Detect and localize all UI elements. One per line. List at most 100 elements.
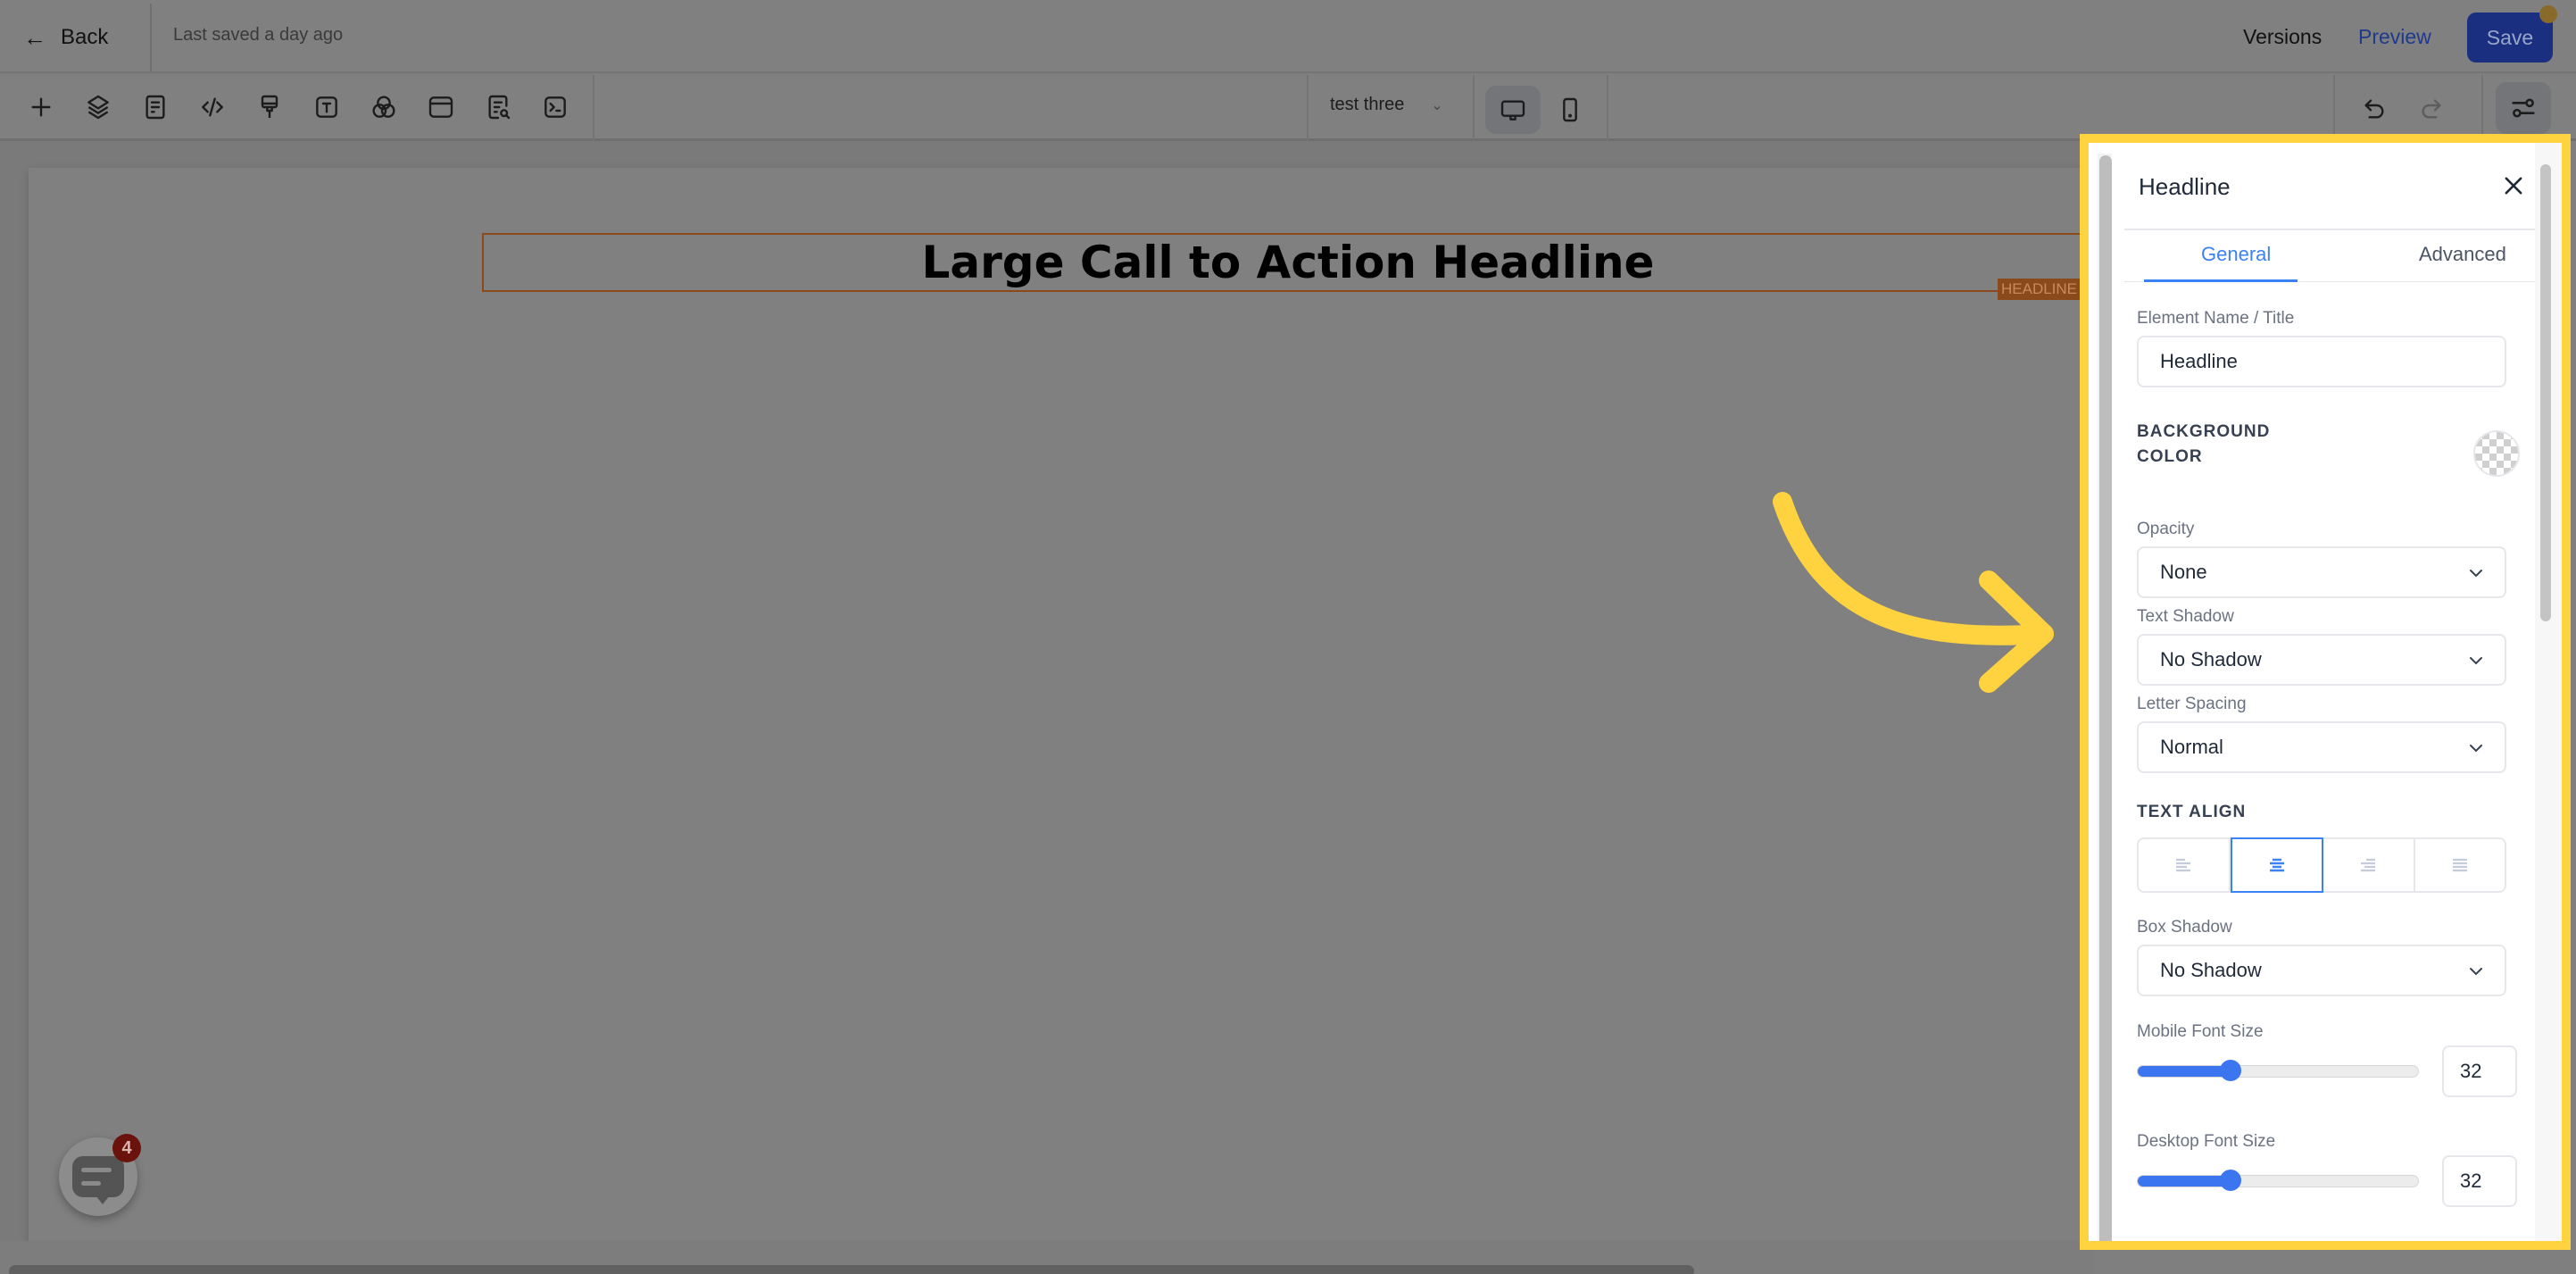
add-element-button[interactable] (23, 89, 59, 125)
mobile-font-size-value: 32 (2460, 1060, 2482, 1082)
sliders-icon (2512, 98, 2535, 118)
layers-button[interactable] (80, 89, 116, 125)
last-saved-status: Last saved a day ago (173, 25, 344, 45)
chat-icon-line (81, 1168, 112, 1172)
back-label: Back (61, 25, 109, 49)
element-name-value: Headline (2160, 350, 2238, 372)
mobile-view-button[interactable] (1542, 86, 1598, 134)
page-builder: ← Back Last saved a day ago Versions Pre… (0, 0, 2576, 1274)
opacity-label: Opacity (2137, 520, 2195, 538)
background-color-swatch[interactable] (2473, 430, 2520, 477)
divider (1607, 75, 1608, 141)
settings-panel-toggle[interactable] (2496, 82, 2551, 134)
divider (2333, 75, 2335, 141)
scripts-button[interactable] (537, 89, 573, 125)
chevron-down-icon (2470, 968, 2482, 976)
tab-general[interactable]: General (2201, 243, 2271, 266)
box-shadow-select[interactable]: No Shadow (2137, 945, 2506, 996)
panel-scrollbar-right[interactable] (2535, 143, 2562, 1241)
mobile-font-size-input[interactable]: 32 (2442, 1045, 2517, 1097)
typography-button[interactable] (309, 89, 345, 125)
versions-button[interactable]: Versions (2243, 25, 2322, 49)
page-select[interactable]: test three ⌄ (1330, 95, 1443, 115)
align-center-button[interactable] (2230, 837, 2323, 893)
mobile-font-size-slider[interactable] (2137, 1060, 2419, 1081)
active-tab-indicator (2144, 279, 2298, 282)
paint-brush-icon (261, 95, 278, 118)
text-align-group (2137, 837, 2506, 893)
panel-scrollbar-left[interactable] (2098, 154, 2112, 1241)
headline-element[interactable]: Large Call to Action Headline (482, 233, 2094, 292)
unsaved-indicator (2539, 5, 2557, 23)
text-icon (316, 96, 337, 118)
scrollbar-thumb[interactable] (2540, 164, 2551, 621)
desktop-font-size-slider[interactable] (2137, 1170, 2419, 1191)
element-name-input[interactable]: Headline (2137, 336, 2506, 387)
colors-button[interactable] (366, 89, 402, 125)
align-left-button[interactable] (2139, 839, 2231, 891)
text-shadow-select[interactable]: No Shadow (2137, 634, 2506, 686)
align-right-icon (2361, 858, 2376, 872)
divider (1473, 75, 1475, 141)
notification-badge: 4 (112, 1134, 141, 1162)
undo-button[interactable] (2356, 91, 2392, 127)
align-center-icon (2269, 858, 2284, 872)
align-justify-button[interactable] (2415, 839, 2505, 891)
top-bar: ← Back Last saved a day ago Versions Pre… (0, 0, 2576, 73)
styles-button[interactable] (252, 89, 287, 125)
slider-handle[interactable] (2220, 1060, 2241, 1081)
slider-fill (2138, 1176, 2231, 1187)
text-align-label: TEXT ALIGN (2137, 803, 2247, 821)
align-left-icon (2176, 858, 2191, 872)
layers-icon (87, 95, 109, 120)
close-icon (2505, 177, 2522, 195)
editor-toolbar: test three ⌄ (0, 75, 2576, 141)
scrollbar-thumb[interactable] (2099, 155, 2112, 1241)
close-panel-button[interactable] (2497, 170, 2530, 202)
panel-body: Headline General Advanced Element Name /… (2124, 143, 2558, 1241)
color-circles-icon (372, 96, 395, 118)
horizontal-scrollbar[interactable] (9, 1265, 1694, 1274)
slider-handle[interactable] (2220, 1170, 2241, 1191)
divider (150, 4, 152, 71)
annotation-arrow-icon (1773, 492, 2054, 693)
align-right-button[interactable] (2323, 839, 2415, 891)
seo-button[interactable] (480, 89, 516, 125)
box-shadow-label: Box Shadow (2137, 918, 2232, 937)
mobile-icon (1563, 97, 1577, 122)
slider-fill (2138, 1066, 2231, 1077)
letter-spacing-value: Normal (2160, 736, 2223, 758)
page-icon (145, 95, 165, 120)
preview-button[interactable]: Preview (2358, 25, 2431, 49)
chat-icon (72, 1156, 124, 1204)
redo-button[interactable] (2414, 91, 2449, 127)
desktop-font-size-input[interactable]: 32 (2442, 1155, 2517, 1207)
tab-advanced[interactable]: Advanced (2419, 243, 2506, 266)
pages-button[interactable] (137, 89, 173, 125)
back-button[interactable]: ← Back (23, 20, 108, 55)
element-type-tag: HEADLINE (1998, 279, 2082, 300)
text-shadow-label: Text Shadow (2137, 607, 2234, 626)
redo-icon (2422, 99, 2441, 119)
divider (593, 75, 594, 141)
letter-spacing-select[interactable]: Normal (2137, 721, 2506, 773)
desktop-font-size-label: Desktop Font Size (2137, 1132, 2276, 1151)
undo-icon (2364, 99, 2384, 119)
layout-button[interactable] (423, 89, 459, 125)
custom-code-button[interactable] (195, 89, 230, 125)
headline-text[interactable]: Large Call to Action Headline (922, 237, 1655, 288)
chevron-down-icon (2470, 657, 2482, 665)
mobile-font-size-label: Mobile Font Size (2137, 1022, 2264, 1041)
arrow-left-icon: ← (23, 23, 46, 51)
typography-type-label: Typography Type (2137, 1239, 2267, 1250)
chevron-down-icon (2470, 570, 2482, 578)
opacity-select[interactable]: None (2137, 546, 2506, 598)
code-icon (202, 97, 223, 117)
chevron-down-icon: ⌄ (1431, 97, 1443, 113)
save-button[interactable]: Save (2467, 12, 2553, 62)
letter-spacing-label: Letter Spacing (2137, 695, 2247, 713)
desktop-view-button[interactable] (1485, 86, 1541, 134)
text-shadow-value: No Shadow (2160, 648, 2262, 670)
box-shadow-value: No Shadow (2160, 959, 2262, 981)
chat-icon-line (81, 1181, 101, 1186)
